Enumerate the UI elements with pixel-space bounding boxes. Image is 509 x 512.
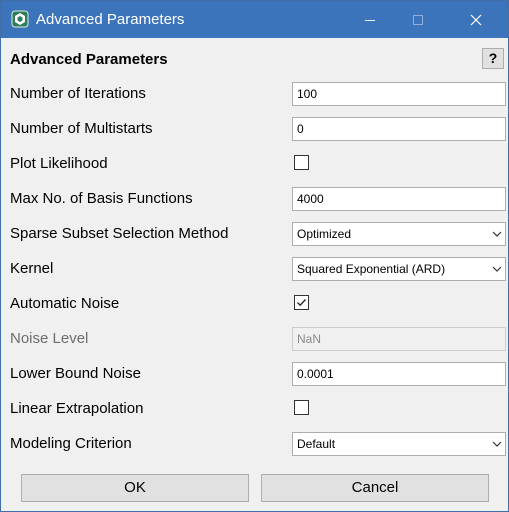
app-icon [11,10,29,28]
chevron-down-icon [492,441,502,447]
lower-bound-noise-input[interactable] [292,362,506,386]
plot-likelihood-label: Plot Likelihood [10,155,108,172]
automatic-noise-checkbox[interactable] [294,295,309,310]
cancel-button[interactable]: Cancel [261,474,489,502]
dialog-heading: Advanced Parameters [10,51,168,68]
multistarts-input[interactable] [292,117,506,141]
basis-functions-label: Max No. of Basis Functions [10,190,193,207]
help-button[interactable]: ? [482,48,504,69]
noise-level-input [292,327,506,351]
maximize-button[interactable] [395,1,441,38]
title-bar: Advanced Parameters [1,1,508,38]
noise-level-label: Noise Level [10,330,89,347]
automatic-noise-label: Automatic Noise [10,295,120,312]
minimize-icon [365,19,375,21]
plot-likelihood-checkbox[interactable] [294,155,309,170]
close-button[interactable] [453,1,499,38]
chevron-down-icon [492,266,502,272]
minimize-button[interactable] [347,1,393,38]
linear-extrapolation-label: Linear Extrapolation [10,400,144,417]
sparse-subset-value: Optimized [297,227,352,241]
lower-bound-noise-label: Lower Bound Noise [10,365,141,382]
iterations-input[interactable] [292,82,506,106]
checkmark-icon [297,299,306,307]
linear-extrapolation-checkbox[interactable] [294,400,309,415]
modeling-criterion-select[interactable]: Default [292,432,506,456]
modeling-criterion-label: Modeling Criterion [10,435,132,452]
advanced-parameters-dialog: Advanced Parameters Advanced Parameters … [0,0,509,512]
multistarts-label: Number of Multistarts [10,120,153,137]
basis-functions-input[interactable] [292,187,506,211]
window-title: Advanced Parameters [36,11,185,28]
ok-button[interactable]: OK [21,474,249,502]
sparse-subset-label: Sparse Subset Selection Method [10,225,229,242]
iterations-label: Number of Iterations [10,85,146,102]
kernel-value: Squared Exponential (ARD) [297,262,446,276]
modeling-criterion-value: Default [297,437,336,451]
chevron-down-icon [492,231,502,237]
maximize-icon [413,14,423,25]
sparse-subset-select[interactable]: Optimized [292,222,506,246]
kernel-label: Kernel [10,260,54,277]
close-icon [470,14,482,25]
kernel-select[interactable]: Squared Exponential (ARD) [292,257,506,281]
